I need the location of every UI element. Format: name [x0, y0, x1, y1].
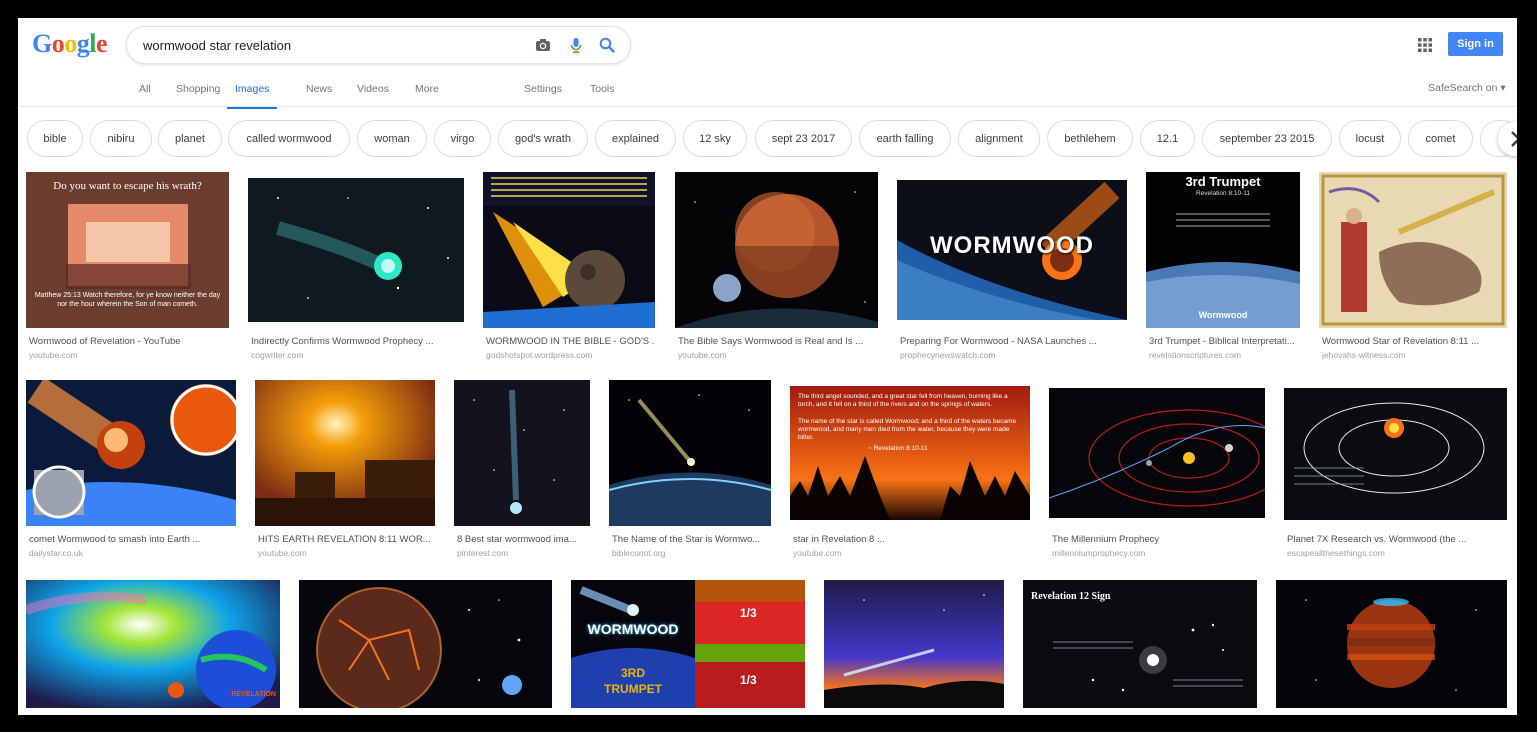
settings-link[interactable]: Settings [524, 82, 562, 106]
result-domain: jehovahs-witness.com [1322, 350, 1406, 360]
search-icon[interactable] [598, 36, 616, 54]
result-title[interactable]: The Bible Says Wormwood is Real and Is .… [678, 336, 878, 347]
chip-explained[interactable]: explained [595, 120, 676, 157]
thumb-caption-text: ~ Revelation 8:10-11 [868, 445, 928, 452]
thumb-overlay-text: 3rd Trumpet [1185, 174, 1261, 189]
result-title[interactable]: 8 Best star wormwood ima... [457, 534, 590, 545]
chip-virgo[interactable]: virgo [434, 120, 491, 157]
tab-images[interactable]: Images [227, 82, 278, 109]
image-result[interactable] [824, 580, 1004, 708]
image-result[interactable] [675, 172, 878, 328]
result-title[interactable]: Indirectly Confirms Wormwood Prophecy ..… [251, 336, 461, 347]
chip-called-wormwood[interactable]: called wormwood [228, 120, 350, 157]
thumb-caption-text: REVELATION [231, 691, 276, 698]
tools-link[interactable]: Tools [590, 82, 615, 106]
image-result[interactable] [609, 380, 771, 526]
image-result[interactable] [454, 380, 590, 526]
result-domain: godshotspot.wordpress.com [486, 350, 593, 360]
chip-nibiru[interactable]: nibiru [90, 120, 152, 157]
image-result[interactable] [1049, 388, 1265, 518]
result-domain: youtube.com [793, 548, 842, 558]
chip-12-1[interactable]: 12.1 [1140, 120, 1195, 157]
result-domain: youtube.com [258, 548, 307, 558]
result-title[interactable]: star in Revelation 8 ... [793, 534, 1028, 545]
chip-woman[interactable]: woman [357, 120, 427, 157]
result-domain: cogwriter.com [251, 350, 304, 360]
thumb-overlay-text: Revelation 12 Sign [1031, 591, 1111, 602]
image-result[interactable] [26, 380, 236, 526]
thumb-overlay-text: WORMWOOD [930, 232, 1094, 259]
search-input[interactable] [143, 27, 513, 63]
chip-comet[interactable]: comet [1408, 120, 1473, 157]
sign-in-button[interactable]: Sign in [1448, 32, 1503, 56]
safesearch-toggle[interactable]: SafeSearch on ▾ [1428, 82, 1506, 94]
chip-earth-falling[interactable]: earth falling [859, 120, 951, 157]
image-result[interactable] [299, 580, 552, 708]
result-domain: escapeallthesethings.com [1287, 548, 1385, 558]
thumb-overlay-text: WORMWOOD [587, 621, 679, 637]
result-title[interactable]: The Millennium Prophecy [1052, 534, 1264, 545]
chips-next-button[interactable] [1498, 122, 1517, 156]
result-title[interactable]: Wormwood Star of Revelation 8:11 ... [1322, 336, 1507, 347]
result-domain: millenniumprophecy.com [1052, 548, 1146, 558]
thumb-overlay-subtext: The name of the star is called Wormwood;… [798, 418, 1017, 441]
result-title[interactable]: 3rd Trumpet - Biblical Interpretati... [1149, 336, 1299, 347]
image-result[interactable] [255, 380, 435, 526]
chip-gods-wrath[interactable]: god's wrath [498, 120, 588, 157]
result-domain: bibleconot.org [612, 548, 666, 558]
microphone-icon[interactable] [567, 36, 585, 54]
thumb-overlay-subtext: 3RD [620, 666, 645, 680]
tab-all[interactable]: All [139, 82, 151, 106]
thumb-caption-text: Matthew 25:13 Watch therefore, for ye kn… [34, 292, 221, 308]
result-domain: dailystar.co.uk [29, 548, 83, 558]
image-result[interactable] [483, 172, 655, 328]
thumb-caption-text: TRUMPET [604, 682, 662, 696]
image-result[interactable] [26, 580, 280, 708]
chip-bible[interactable]: bible [27, 120, 83, 157]
result-domain: revelationscriptures.com [1149, 350, 1242, 360]
result-title[interactable]: WORMWOOD IN THE BIBLE - GOD'S ... [486, 336, 654, 347]
thumb-overlay-text: The third angel sounded, and a great sta… [798, 393, 1008, 408]
result-domain: prophecynewswatch.com [900, 350, 996, 360]
chip-sept-23-2017[interactable]: sept 23 2017 [755, 120, 852, 157]
header-divider [18, 106, 1517, 107]
chevron-right-icon [1511, 131, 1517, 147]
result-domain: youtube.com [29, 350, 78, 360]
chip-locust[interactable]: locust [1339, 120, 1401, 157]
tab-news[interactable]: News [306, 82, 332, 106]
apps-grid-icon[interactable] [1416, 36, 1434, 54]
result-domain: pinterest.com [457, 548, 509, 558]
thumb-caption-text: Wormwood [1198, 310, 1248, 320]
result-title[interactable]: HITS EARTH REVELATION 8:11 WOR... [258, 534, 433, 545]
image-result[interactable] [1284, 388, 1507, 520]
browser-page: Google Sign in All Shopping Images News … [18, 18, 1517, 715]
tab-more[interactable]: More [415, 82, 439, 106]
search-box [126, 26, 631, 64]
result-title[interactable]: comet Wormwood to smash into Earth ... [29, 534, 234, 545]
chip-12-sky[interactable]: 12 sky [683, 120, 747, 157]
result-title[interactable]: The Name of the Star is Wormwo... [612, 534, 772, 545]
thumb-overlay-text: Do you want to escape his wrath? [53, 180, 202, 192]
result-title[interactable]: Preparing For Wormwood - NASA Launches .… [900, 336, 1122, 347]
result-title[interactable]: Wormwood of Revelation - YouTube [29, 336, 229, 347]
image-result[interactable] [1276, 580, 1507, 708]
chip-bethlehem[interactable]: bethlehem [1047, 120, 1133, 157]
image-result[interactable] [248, 178, 464, 322]
tab-shopping[interactable]: Shopping [176, 82, 220, 106]
chip-alignment[interactable]: alignment [958, 120, 1040, 157]
chip-september-23-2015[interactable]: september 23 2015 [1202, 120, 1332, 157]
thumb-tag: 1/3 [740, 673, 757, 687]
chip-planet[interactable]: planet [158, 120, 222, 157]
tab-videos[interactable]: Videos [357, 82, 389, 106]
result-domain: youtube.com [678, 350, 727, 360]
thumb-overlay-subtext: Revelation 8:10-11 [1195, 190, 1251, 197]
camera-icon[interactable] [534, 36, 552, 54]
result-title[interactable]: Planet 7X Research vs. Wormwood (the ... [1287, 534, 1505, 545]
google-logo[interactable]: Google [32, 29, 108, 59]
image-result[interactable] [1319, 172, 1507, 328]
thumb-tag: 1/3 [740, 606, 757, 620]
